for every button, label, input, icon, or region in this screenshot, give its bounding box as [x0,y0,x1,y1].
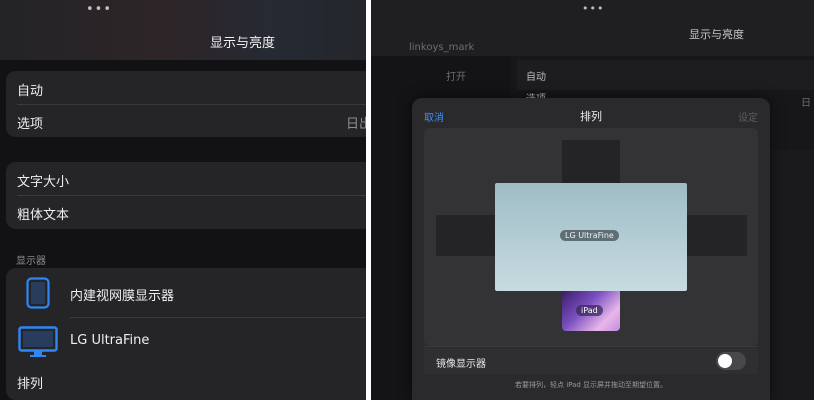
row-text-size[interactable]: 文字大小 [6,162,366,195]
mirror-displays-row: 镜像显示器 [424,348,758,374]
row-auto[interactable]: 自动 [6,71,366,104]
background-title: 显示与亮度 [689,28,744,41]
displays-group: 内建视网膜显示器 LG UltraFine 排列 [6,268,366,400]
main-display-label: LG UltraFine [560,230,619,241]
arrange-displays-screen: ••• 显示与亮度 linkoys_mark 打开 自动 选项 日 取消 排列 … [371,0,814,400]
more-dots-icon[interactable]: ••• [582,2,604,15]
more-dots-icon[interactable]: ••• [86,2,112,17]
background-row [517,60,814,90]
drop-slot-left [436,215,495,256]
settings-display-panel: ••• 显示与亮度 自动 选项 日出 文字大小 粗体文本 显示器 内建视网膜显示… [0,0,366,400]
auto-options-group: 自动 选项 日出 [6,71,366,137]
row-auto-label: 自动 [17,84,44,99]
ipad-display-tile[interactable]: iPad [562,291,620,331]
sheet-title: 排列 [580,110,602,123]
background-list [771,150,814,400]
background-text: 打开 [446,72,466,83]
mirror-displays-label: 镜像显示器 [436,359,486,370]
text-group: 文字大小 粗体文本 [6,162,366,229]
mirror-displays-toggle[interactable] [716,352,746,370]
toggle-knob [718,354,732,368]
background-text: linkoys_mark [409,42,475,53]
row-arrange[interactable]: 排列 [6,364,366,400]
display-builtin-label: 内建视网膜显示器 [70,289,175,304]
background-text: 日 [801,98,811,109]
ipad-icon [26,277,50,313]
drop-slot-top [562,140,620,183]
row-arrange-label: 排列 [17,377,44,392]
cancel-button[interactable]: 取消 [424,109,444,124]
display-lg-label: LG UltraFine [70,333,150,348]
row-text-size-label: 文字大小 [17,175,70,190]
page-title: 显示与亮度 [210,36,276,51]
divider [424,346,758,347]
arrange-hint-text: 若要排列，轻点 iPad 显示屏并拖动至期望位置。 [514,381,668,389]
display-item-builtin[interactable]: 内建视网膜显示器 [6,268,366,317]
row-options[interactable]: 选项 日出 [6,104,366,137]
row-bold-text-label: 粗体文本 [17,208,70,223]
display-item-lg[interactable]: LG UltraFine [6,318,366,364]
background-text: 自动 [526,72,546,83]
header-bar: ••• 显示与亮度 [0,0,366,60]
drop-slot-right [687,215,747,256]
row-options-value: 日出 [346,117,366,132]
done-button[interactable]: 设定 [738,109,758,124]
arrange-sheet: 取消 排列 设定 LG UltraFine iPad 镜像显示器 若要排列，轻点… [412,98,770,400]
row-options-label: 选项 [17,117,44,132]
row-bold-text[interactable]: 粗体文本 [6,196,366,229]
section-header-displays: 显示器 [16,256,46,267]
main-display-tile[interactable]: LG UltraFine [495,183,687,291]
ipad-label: iPad [576,305,603,316]
arrangement-canvas[interactable]: LG UltraFine iPad [424,128,758,346]
monitor-icon [18,326,58,362]
